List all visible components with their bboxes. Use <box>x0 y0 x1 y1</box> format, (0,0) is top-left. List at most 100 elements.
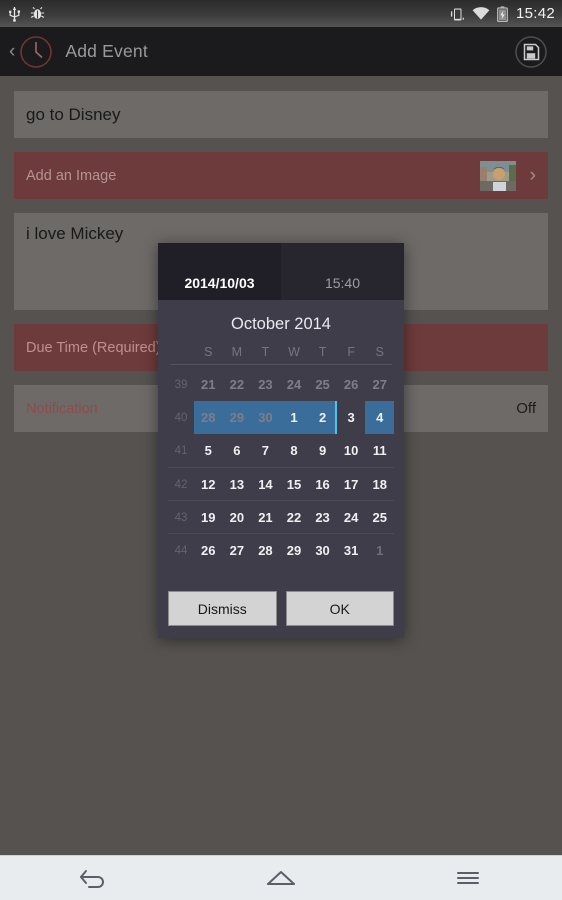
calendar-week-row: 42 12 13 14 15 16 17 18 <box>168 467 394 500</box>
nav-back-button[interactable] <box>49 856 139 900</box>
week-number: 41 <box>174 444 188 457</box>
status-bar-right-icons: 15:42 <box>450 5 555 22</box>
calendar-day-cell[interactable]: 31 <box>337 534 366 567</box>
add-image-label: Add an Image <box>26 167 117 184</box>
ok-button[interactable]: OK <box>285 591 394 626</box>
chevron-right-icon: › <box>529 165 536 186</box>
save-floppy-icon[interactable] <box>514 35 548 69</box>
weekday-fri: F <box>347 345 355 359</box>
system-navigation-bar <box>0 855 562 900</box>
tab-date[interactable]: 2014/10/03 <box>158 243 281 300</box>
battery-charging-icon <box>497 5 508 22</box>
calendar-week-row: 43 19 20 21 22 23 24 25 <box>168 500 394 533</box>
calendar-day-cell[interactable]: 9 <box>308 434 337 467</box>
usb-icon <box>9 6 21 22</box>
calendar-day-cell[interactable]: 30 <box>251 401 280 434</box>
weekday-mon: M <box>231 345 243 359</box>
calendar-day-cell[interactable]: 24 <box>337 501 366 534</box>
calendar-day-cell[interactable]: 14 <box>251 468 280 501</box>
week-number: 44 <box>174 544 188 557</box>
nav-menu-button[interactable] <box>423 856 513 900</box>
weekday-thu: T <box>318 345 327 359</box>
tab-time[interactable]: 15:40 <box>281 243 404 300</box>
calendar-day-cell[interactable]: 30 <box>308 534 337 567</box>
calendar-day-cell[interactable]: 7 <box>251 434 280 467</box>
calendar-day-cell[interactable]: 21 <box>194 368 223 401</box>
calendar-day-cell[interactable]: 16 <box>308 468 337 501</box>
calendar-day-cell[interactable]: 27 <box>365 368 394 401</box>
android-screen: 15:42 ‹ Add Event go to Disney Add an Im… <box>0 0 562 900</box>
dialog-tabs: 2014/10/03 15:40 <box>158 243 404 300</box>
calendar-day-cell[interactable]: 26 <box>194 534 223 567</box>
calendar-day-cell[interactable]: 27 <box>223 534 252 567</box>
dismiss-button[interactable]: Dismiss <box>168 591 277 626</box>
calendar-day-cell[interactable]: 26 <box>337 368 366 401</box>
calendar-month-title: October 2014 <box>231 315 331 333</box>
calendar-day-cell[interactable]: 24 <box>280 368 309 401</box>
calendar-day-cell[interactable]: 17 <box>337 468 366 501</box>
weekday-sun: S <box>204 345 213 359</box>
wifi-icon <box>472 7 490 20</box>
status-bar-left-icons <box>8 6 45 22</box>
bug-icon <box>30 7 45 19</box>
dialog-buttons: Dismiss OK <box>158 583 404 638</box>
calendar-day-cell[interactable]: 22 <box>280 501 309 534</box>
event-title-input[interactable]: go to Disney <box>14 91 548 138</box>
calendar-day-cell[interactable]: 4 <box>365 401 394 434</box>
calendar-day-cell[interactable]: 28 <box>194 401 223 434</box>
calendar-day-cell[interactable]: 6 <box>223 434 252 467</box>
image-field-wrapper: Add an Image › <box>14 152 548 199</box>
status-bar: 15:42 <box>0 0 562 27</box>
image-thumbnail[interactable] <box>479 160 516 191</box>
calendar-week-row: 41 5 6 7 8 9 10 11 <box>168 434 394 467</box>
calendar-day-cell[interactable]: 18 <box>365 468 394 501</box>
calendar-day-cell[interactable]: 11 <box>365 434 394 467</box>
calendar-week-row: 39 21 22 23 24 25 26 27 <box>168 368 394 401</box>
calendar-day-cell[interactable]: 28 <box>251 534 280 567</box>
calendar-week-row: 40 28 29 30 1 2 3 4 <box>168 401 394 434</box>
notification-label: Notification <box>26 400 98 417</box>
thumbnail-photo <box>479 160 516 191</box>
add-image-row[interactable]: Add an Image › <box>14 152 548 199</box>
calendar-weekday-header: S M T W T F S <box>168 345 394 364</box>
calendar-day-cell[interactable]: 12 <box>194 468 223 501</box>
calendar-day-cell[interactable]: 10 <box>337 434 366 467</box>
calendar-day-cell[interactable]: 29 <box>280 534 309 567</box>
week-number: 43 <box>174 511 188 524</box>
calendar-day-cell[interactable]: 1 <box>365 534 394 567</box>
calendar-day-cell[interactable]: 13 <box>223 468 252 501</box>
calendar-day-cell[interactable]: 23 <box>308 501 337 534</box>
title-field-wrapper: go to Disney <box>14 91 548 138</box>
calendar-day-cell[interactable]: 19 <box>194 501 223 534</box>
notification-value: Off <box>516 400 536 417</box>
status-bar-clock: 15:42 <box>515 5 555 22</box>
weekday-wed: W <box>288 345 300 359</box>
calendar-body: October 2014 S M T W T F S 39 21 22 23 24 25 2… <box>158 300 404 583</box>
calendar-day-cell[interactable]: 15 <box>280 468 309 501</box>
page-title: Add Event <box>65 41 148 61</box>
calendar-day-cell[interactable]: 1 <box>279 401 309 434</box>
calendar-day-cell[interactable]: 22 <box>223 368 252 401</box>
app-bar: ‹ Add Event <box>0 27 562 76</box>
weekday-sat: S <box>375 345 384 359</box>
date-time-picker-dialog: 2014/10/03 15:40 October 2014 S M T W T … <box>158 243 404 638</box>
vibrate-icon <box>450 8 464 20</box>
calendar-day-cell[interactable]: 2 <box>308 401 337 434</box>
calendar-day-cell[interactable]: 29 <box>222 401 252 434</box>
week-number: 40 <box>174 411 188 424</box>
menu-icon <box>457 872 480 884</box>
week-number: 39 <box>174 378 188 391</box>
calendar-day-cell[interactable]: 20 <box>223 501 252 534</box>
calendar-day-cell[interactable]: 21 <box>251 501 280 534</box>
calendar-day-cell[interactable]: 5 <box>194 434 223 467</box>
calendar-day-cell[interactable]: 25 <box>308 368 337 401</box>
calendar-week-row: 44 26 27 28 29 30 31 1 <box>168 533 394 566</box>
calendar-day-cell[interactable]: 23 <box>251 368 280 401</box>
calendar-day-cell[interactable]: 3 <box>336 401 366 434</box>
nav-home-button[interactable] <box>236 856 326 900</box>
calendar-grid: 39 21 22 23 24 25 26 27 40 28 29 30 1 2 3 4 41 5 6 7 8 9 10 11 4… <box>168 368 394 566</box>
week-number: 42 <box>174 478 188 491</box>
calendar-day-cell[interactable]: 25 <box>365 501 394 534</box>
calendar-day-cell[interactable]: 8 <box>280 434 309 467</box>
back-button[interactable]: ‹ <box>7 38 17 65</box>
